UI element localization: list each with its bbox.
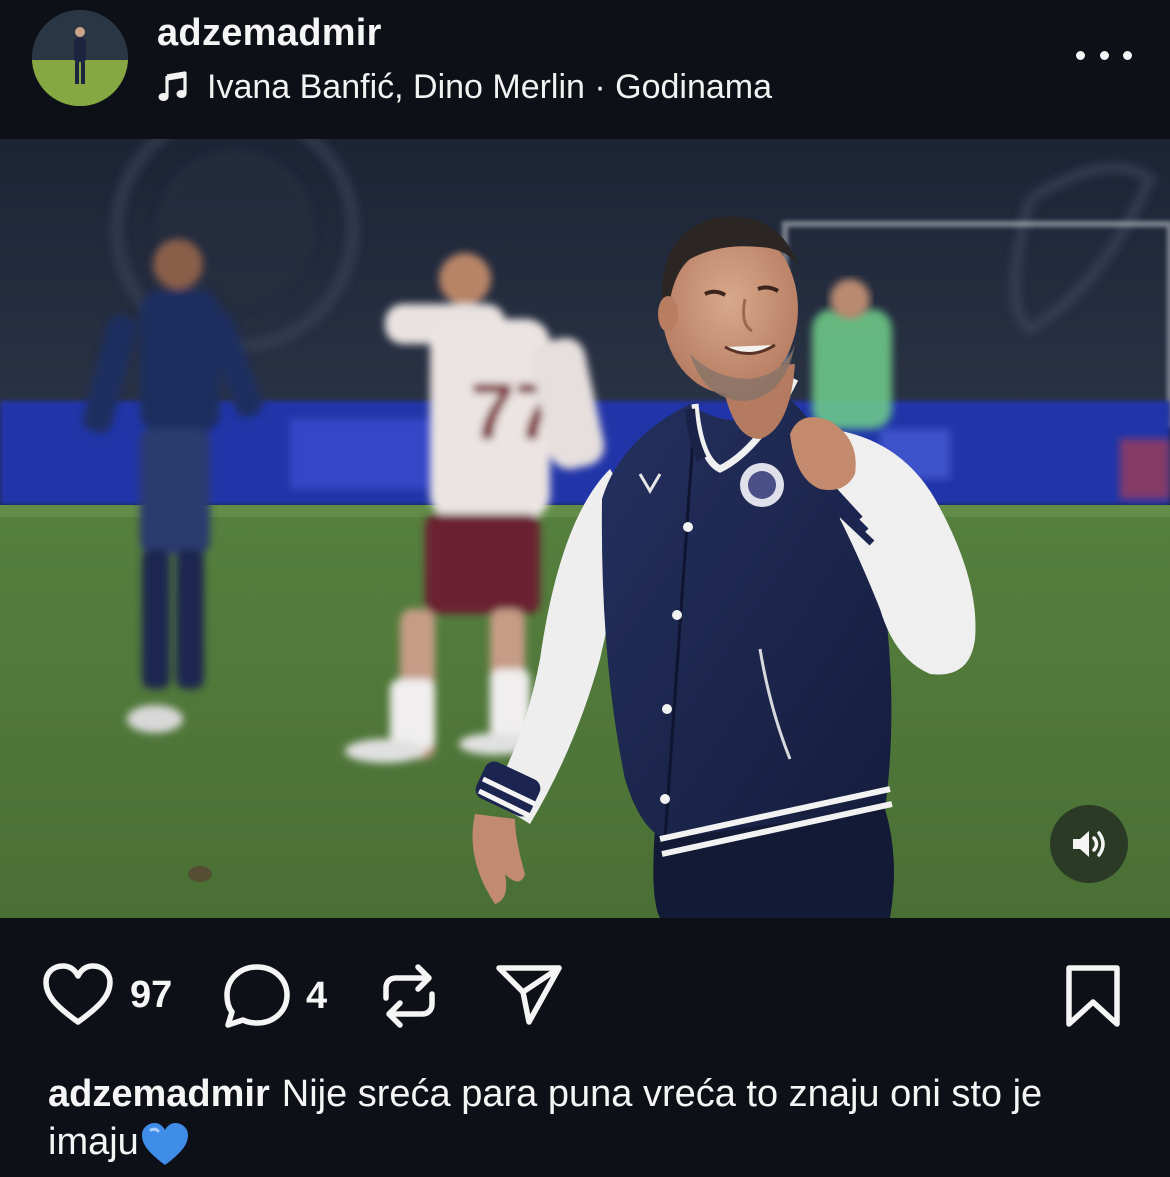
- repost-icon: [383, 964, 435, 1028]
- speaker-icon: [1073, 831, 1105, 857]
- bookmark-icon: [1066, 965, 1120, 1027]
- post-photo[interactable]: 77: [0, 139, 1170, 918]
- comment-icon: [224, 964, 290, 1028]
- like-button[interactable]: 97: [42, 962, 172, 1028]
- profile-avatar[interactable]: [32, 10, 128, 106]
- more-horizontal-icon: [1076, 50, 1085, 60]
- post-image: 77: [0, 139, 1170, 918]
- comment-button[interactable]: 4: [222, 962, 327, 1030]
- send-icon: [496, 965, 562, 1025]
- post-header: adzemadmir Ivana Banfić, Dino Merlin · G…: [0, 0, 1170, 136]
- save-button[interactable]: [1064, 964, 1122, 1028]
- caption-username[interactable]: adzemadmir: [48, 1073, 270, 1115]
- repost-button[interactable]: [380, 962, 438, 1030]
- share-button[interactable]: [495, 962, 563, 1026]
- music-info[interactable]: Ivana Banfić, Dino Merlin · Godinama: [157, 66, 772, 108]
- avatar-image: [32, 10, 128, 106]
- heart-icon: [43, 963, 113, 1025]
- post-actions-bar: 97 4: [0, 918, 1170, 1078]
- comment-count[interactable]: 4: [306, 975, 327, 1018]
- music-label: Ivana Banfić, Dino Merlin · Godinama: [207, 67, 773, 106]
- sound-toggle-button[interactable]: [1050, 805, 1128, 883]
- music-note-icon: [158, 71, 187, 101]
- like-count[interactable]: 97: [130, 974, 172, 1017]
- post-username[interactable]: adzemadmir: [157, 12, 382, 55]
- more-options-button[interactable]: [1076, 40, 1132, 70]
- blue-heart-emoji: [141, 1123, 188, 1165]
- post-caption: adzemadmir Nije sreća para puna vreća to …: [48, 1070, 1128, 1168]
